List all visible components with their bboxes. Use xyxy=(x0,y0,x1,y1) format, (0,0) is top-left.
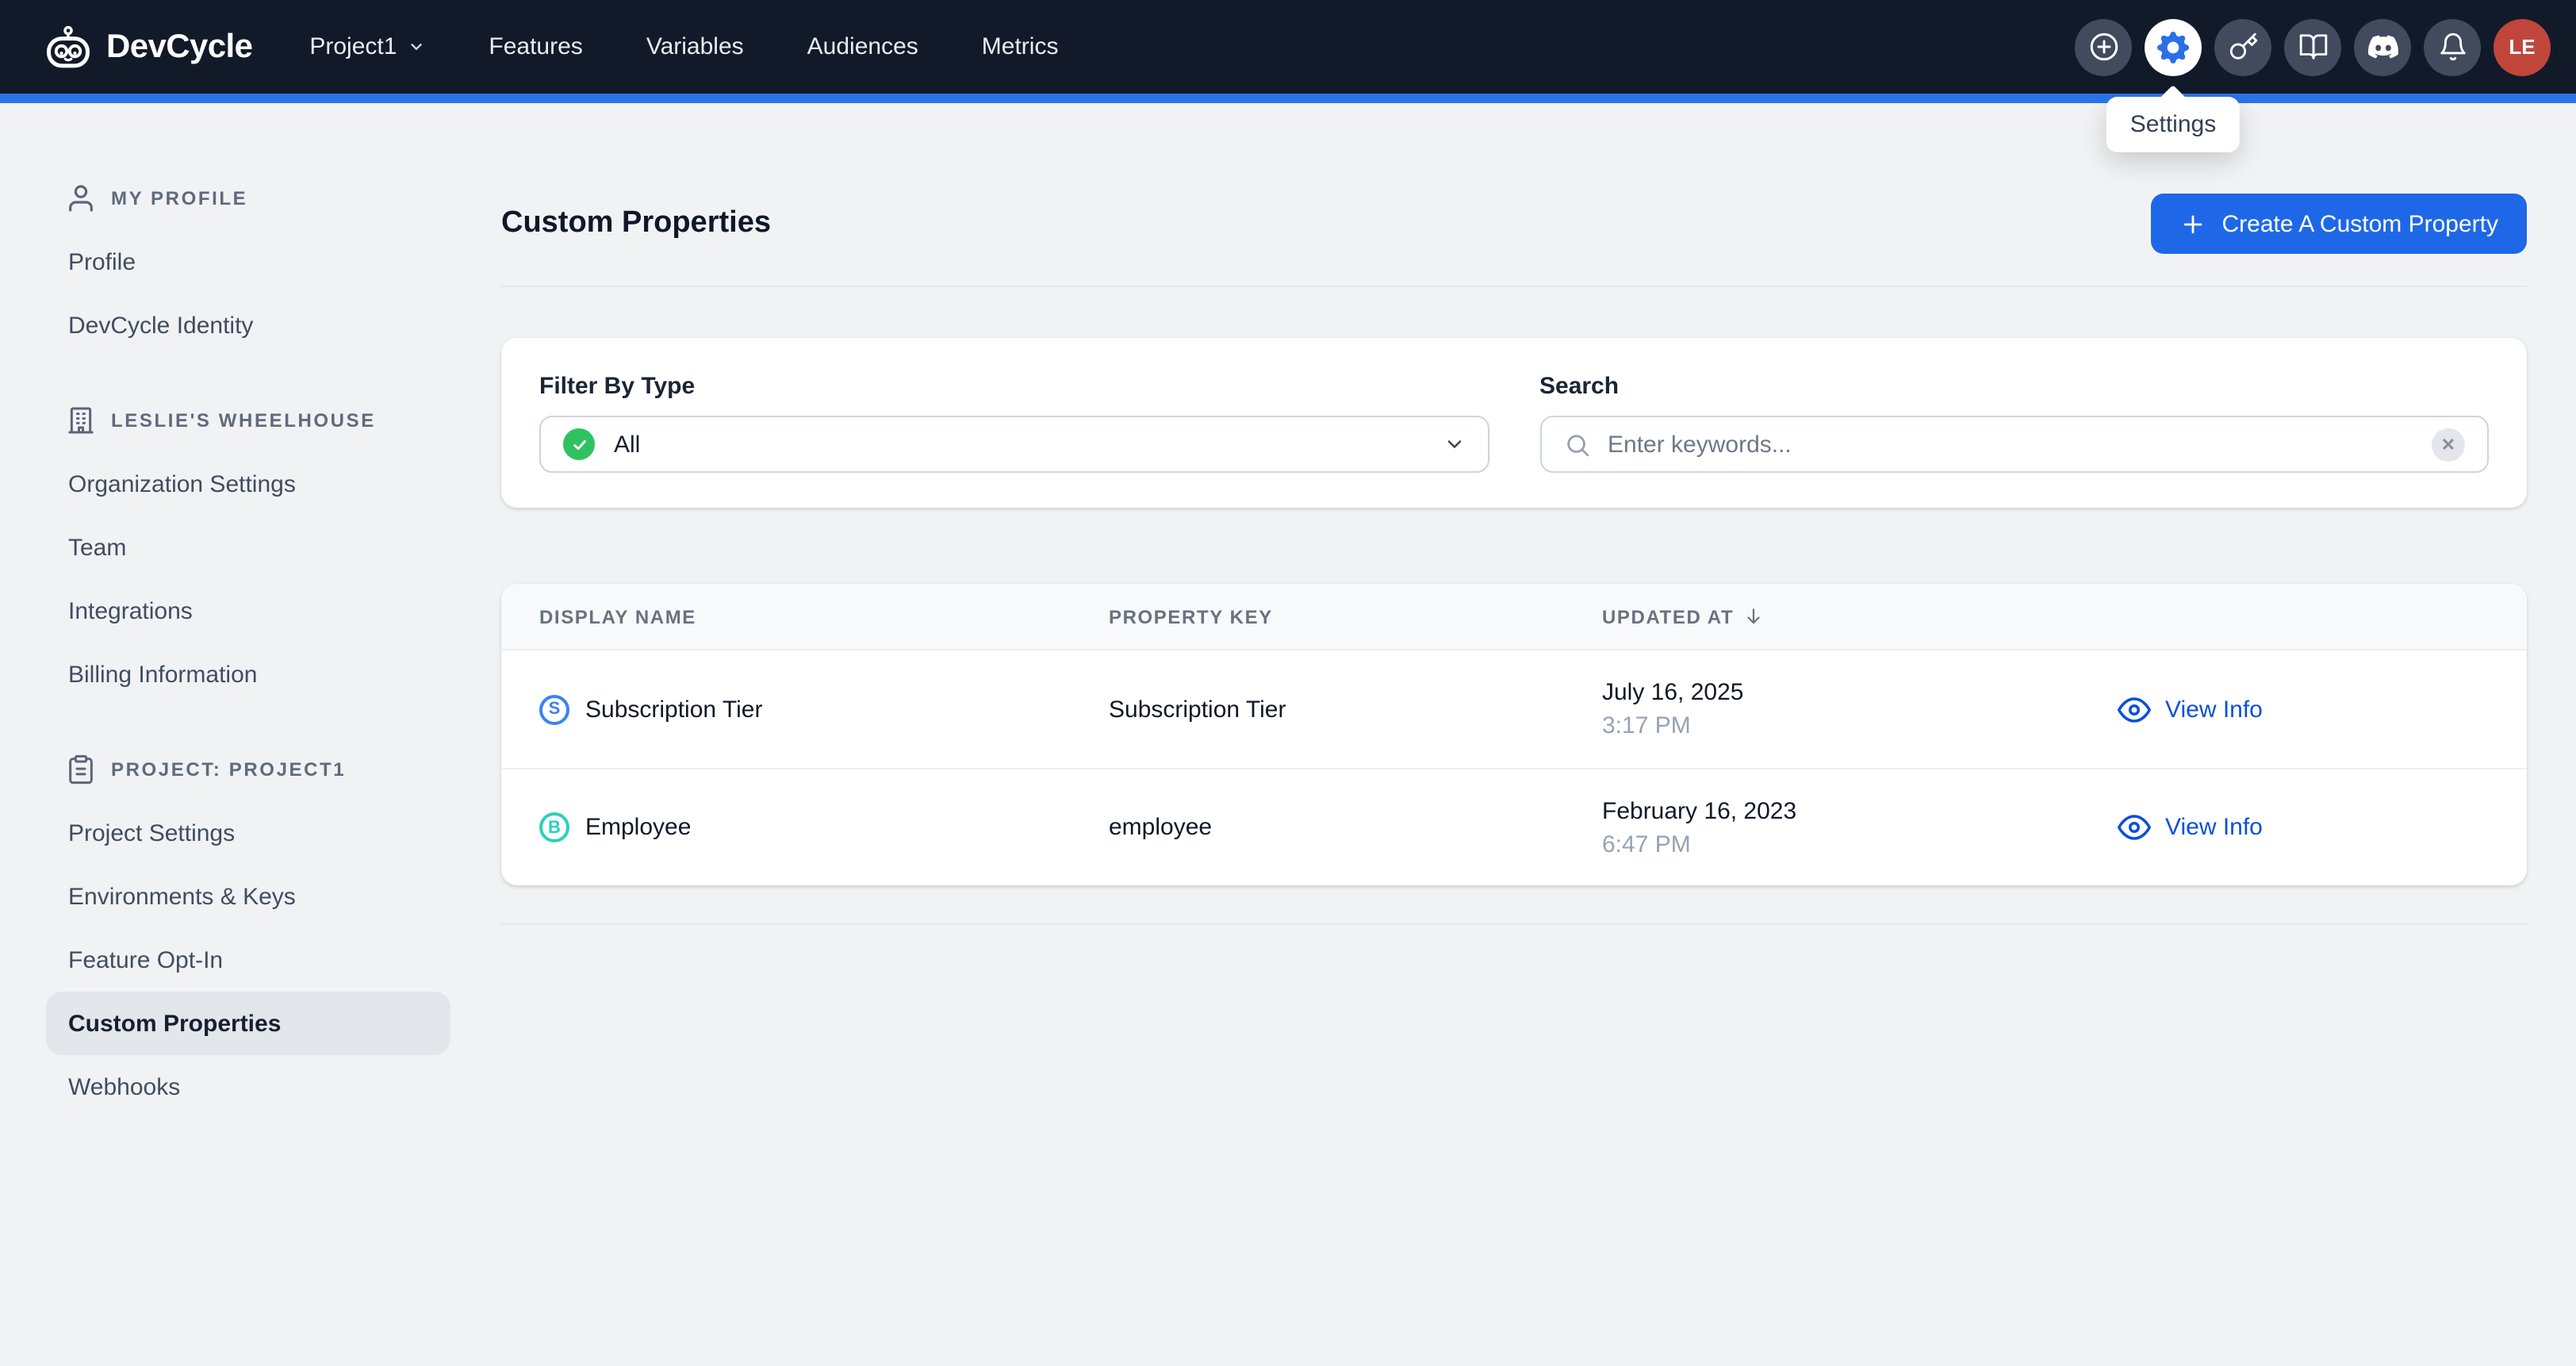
discord-icon xyxy=(2367,32,2398,62)
filter-by-type-label: Filter By Type xyxy=(539,373,1489,400)
search-box: ✕ xyxy=(1539,416,2489,473)
sidebar-item-team[interactable]: Team xyxy=(46,516,450,579)
bottom-divider xyxy=(501,923,2527,925)
add-new-button[interactable] xyxy=(2075,18,2132,75)
property-type-boolean-icon: B xyxy=(539,812,569,842)
api-keys-button[interactable] xyxy=(2214,18,2271,75)
plus-icon xyxy=(2179,210,2206,237)
updated-at-cell: July 16, 2025 3:17 PM xyxy=(1602,676,2118,742)
chevron-down-icon xyxy=(408,38,425,56)
sidebar-item-organization-settings[interactable]: Organization Settings xyxy=(46,452,450,516)
table-header-row: DISPLAY NAME PROPERTY KEY UPDATED AT xyxy=(501,584,2527,650)
sidebar-item-project-settings[interactable]: Project Settings xyxy=(46,801,450,865)
nav-features[interactable]: Features xyxy=(489,33,582,60)
nav-project-menu[interactable]: Project1 xyxy=(309,33,425,60)
sort-descending-icon xyxy=(1743,606,1764,627)
book-open-icon xyxy=(2298,32,2328,62)
discord-button[interactable] xyxy=(2354,18,2411,75)
table-row: B Employee employee February 16, 2023 6:… xyxy=(501,768,2527,885)
property-key-cell: employee xyxy=(1109,814,1602,841)
check-circle-icon xyxy=(563,428,595,460)
sidebar-section-organization: LESLIE'S WHEELHOUSE Organization Setting… xyxy=(46,398,450,706)
sidebar-header-my-profile: MY PROFILE xyxy=(65,176,450,221)
view-info-link[interactable]: View Info xyxy=(2118,811,2489,844)
search-field: Search ✕ xyxy=(1539,373,2489,473)
eye-icon xyxy=(2118,693,2151,726)
filter-card: Filter By Type All Search ✕ xyxy=(501,338,2527,508)
navbar-actions: Settings LE xyxy=(2075,18,2551,75)
brand-name: DevCycle xyxy=(106,28,252,66)
app-root: DevCycle Project1 Features Variables Aud… xyxy=(0,0,2576,1366)
display-name-cell: S Subscription Tier xyxy=(539,694,1109,724)
page-title: Custom Properties xyxy=(501,206,771,241)
sidebar-header-project: PROJECT: PROJECT1 xyxy=(65,747,450,792)
building-icon xyxy=(65,405,97,436)
nav-metrics[interactable]: Metrics xyxy=(982,33,1059,60)
property-key-cell: Subscription Tier xyxy=(1109,696,1602,723)
main-content: Custom Properties Create A Custom Proper… xyxy=(476,103,2576,925)
plus-circle-icon xyxy=(2087,30,2120,63)
create-custom-property-button[interactable]: Create A Custom Property xyxy=(2151,194,2528,254)
nav-variables[interactable]: Variables xyxy=(646,33,744,60)
search-input[interactable] xyxy=(1608,431,2414,458)
bell-icon xyxy=(2437,32,2467,62)
sidebar-item-feature-opt-in[interactable]: Feature Opt-In xyxy=(46,928,450,992)
sidebar-header-label: LESLIE'S WHEELHOUSE xyxy=(111,409,376,432)
primary-nav: Project1 Features Variables Audiences Me… xyxy=(309,33,1058,60)
column-header-property-key: PROPERTY KEY xyxy=(1109,605,1602,627)
filter-by-type-field: Filter By Type All xyxy=(539,373,1489,473)
devcycle-robot-icon xyxy=(44,25,92,68)
sidebar-item-profile[interactable]: Profile xyxy=(46,230,450,294)
key-icon xyxy=(2228,32,2258,62)
user-icon xyxy=(65,182,97,214)
top-navbar: DevCycle Project1 Features Variables Aud… xyxy=(0,0,2576,94)
filter-type-dropdown[interactable]: All xyxy=(539,416,1489,473)
sidebar-item-devcycle-identity[interactable]: DevCycle Identity xyxy=(46,294,450,357)
nav-audiences[interactable]: Audiences xyxy=(807,33,918,60)
title-divider xyxy=(501,286,2527,287)
sidebar-header-label: MY PROFILE xyxy=(111,187,247,209)
column-header-display-name: DISPLAY NAME xyxy=(539,605,1109,627)
column-header-updated-at[interactable]: UPDATED AT xyxy=(1602,605,2118,627)
settings-tooltip: Settings xyxy=(2106,96,2240,152)
gear-icon xyxy=(2157,31,2189,63)
sidebar-item-custom-properties[interactable]: Custom Properties xyxy=(46,992,450,1055)
view-info-link[interactable]: View Info xyxy=(2118,693,2489,726)
property-type-string-icon: S xyxy=(539,694,569,724)
devcycle-logo[interactable]: DevCycle xyxy=(44,25,252,68)
updated-at-cell: February 16, 2023 6:47 PM xyxy=(1602,794,2118,861)
settings-button[interactable] xyxy=(2145,18,2202,75)
sidebar-item-integrations[interactable]: Integrations xyxy=(46,579,450,643)
table-row: S Subscription Tier Subscription Tier Ju… xyxy=(501,650,2527,768)
sidebar-item-webhooks[interactable]: Webhooks xyxy=(46,1055,450,1119)
notifications-button[interactable] xyxy=(2424,18,2481,75)
clear-search-button[interactable]: ✕ xyxy=(2432,428,2465,461)
custom-properties-table: DISPLAY NAME PROPERTY KEY UPDATED AT S S… xyxy=(501,584,2527,885)
nav-project-label: Project1 xyxy=(309,33,397,60)
filter-type-value: All xyxy=(614,431,1424,458)
eye-icon xyxy=(2118,811,2151,844)
settings-button-wrapper: Settings xyxy=(2145,18,2202,75)
sidebar-header-label: PROJECT: PROJECT1 xyxy=(111,758,346,781)
clipboard-icon xyxy=(65,754,97,785)
chevron-down-icon xyxy=(1443,433,1465,455)
sidebar-header-organization: LESLIE'S WHEELHOUSE xyxy=(65,398,450,443)
create-button-label: Create A Custom Property xyxy=(2222,210,2499,237)
sidebar-item-environments-keys[interactable]: Environments & Keys xyxy=(46,865,450,928)
sidebar-section-my-profile: MY PROFILE Profile DevCycle Identity xyxy=(46,176,450,357)
search-icon xyxy=(1563,431,1590,458)
settings-sidebar: MY PROFILE Profile DevCycle Identity LES… xyxy=(0,103,476,1160)
sidebar-section-project: PROJECT: PROJECT1 Project Settings Envir… xyxy=(46,747,450,1119)
sidebar-item-billing-information[interactable]: Billing Information xyxy=(46,643,450,706)
display-name-cell: B Employee xyxy=(539,812,1109,842)
user-avatar[interactable]: LE xyxy=(2494,18,2551,75)
search-label: Search xyxy=(1539,373,2489,400)
docs-button[interactable] xyxy=(2284,18,2341,75)
